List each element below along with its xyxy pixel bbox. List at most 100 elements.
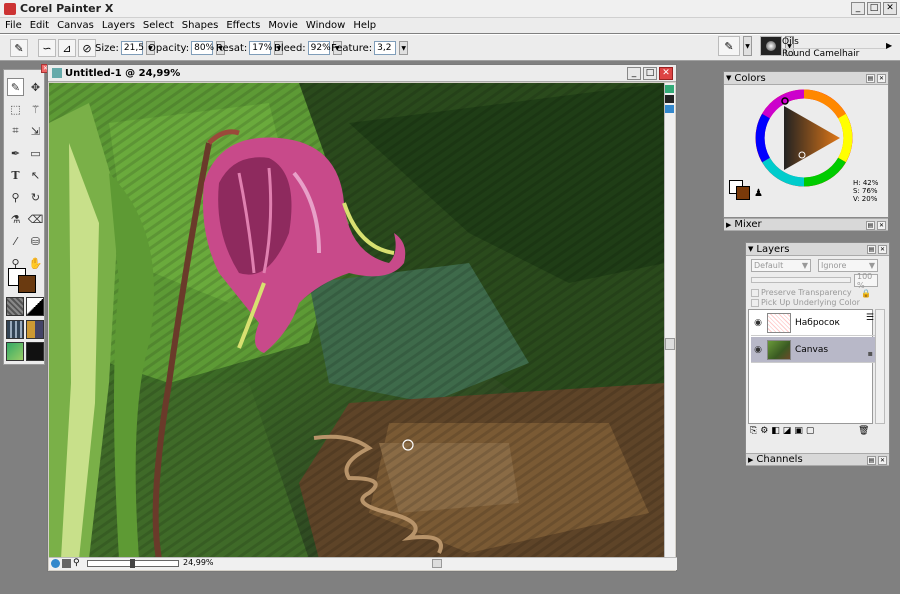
menu-canvas[interactable]: Canvas [53,20,98,31]
layer-row-nabrosok[interactable]: ◉ Набросок ☰ [751,310,876,336]
layer-masks-icon[interactable]: ◧ [771,426,780,436]
main-color-chip[interactable] [736,186,750,200]
vertical-scrollbar[interactable] [664,83,675,559]
horizontal-scroll-thumb[interactable] [432,559,442,568]
drawing-mode-icon[interactable] [665,95,674,103]
size-input[interactable]: 21,5 [120,41,144,55]
weaving-selector-icon[interactable] [26,319,44,339]
layers-panel-menu-icon[interactable]: ▤ [867,245,876,254]
grid-toggle-icon[interactable] [62,559,71,568]
menu-shapes[interactable]: Shapes [178,20,223,31]
layer-row-canvas[interactable]: ◉ Canvas ▪ [751,337,876,363]
document-restore-button[interactable]: □ [643,67,657,80]
rectangular-selection-icon[interactable]: ⬚ [7,100,24,118]
menu-layers[interactable]: Layers [98,20,139,31]
preserve-transparency-checkbox[interactable]: Preserve Transparency [751,288,852,297]
look-selector-icon[interactable] [26,342,44,362]
zoom-slider[interactable] [87,559,179,568]
visibility-eye-icon[interactable]: ◉ [751,318,765,328]
brush-category-name[interactable]: Oils [782,37,887,49]
create-layer-mask-icon[interactable]: ◪ [783,426,792,436]
zoom-icon[interactable]: ⚲ [73,558,80,568]
feature-input[interactable]: 3,2 [374,41,397,55]
colors-panel-header[interactable]: ▼ Colors ▤ ✕ [724,72,888,85]
document-minimize-button[interactable]: _ [627,67,641,80]
delete-layer-icon[interactable]: 🗑 [858,426,869,436]
close-button[interactable]: ✕ [883,2,897,15]
horizontal-scrollbar[interactable]: ⚲ 24,99% [49,557,677,570]
nozzle-selector-icon[interactable] [6,342,24,362]
dynamic-plugins-icon[interactable]: ⚙ [760,426,768,436]
brush-variant-icon[interactable] [760,36,782,56]
new-layer-icon[interactable]: ▣ [794,426,803,436]
menu-edit[interactable]: Edit [26,20,53,31]
navigator-icon[interactable] [665,105,674,113]
brush-selector-expand-icon[interactable]: ▶ [886,41,892,50]
color-wheel[interactable] [754,88,854,188]
gradient-selector-icon[interactable] [26,297,44,316]
document-title-bar[interactable]: Untitled-1 @ 24,99% _ □ ✕ [48,65,676,82]
brush-variant-name[interactable]: Round Camelhair [782,49,887,60]
eyedropper-icon[interactable]: ⁄ [7,232,24,250]
visibility-eye-icon[interactable]: ◉ [751,345,765,355]
main-color-swatch[interactable] [18,275,36,293]
stroke-type-straight-icon[interactable]: ⊿ [58,39,76,57]
rubber-stamp-icon[interactable]: ↻ [27,188,44,206]
navigator-button-icon[interactable] [51,559,60,568]
minimize-button[interactable]: _ [851,2,865,15]
mixer-panel-header[interactable]: ▶ Mixer ▤ ✕ [724,218,888,231]
paper-selector-icon[interactable] [6,297,24,316]
painting-canvas[interactable] [49,83,665,559]
magic-wand-icon[interactable]: ⚚ [27,100,44,118]
pick-up-underlying-checkbox[interactable]: Pick Up Underlying Color [751,298,860,307]
zoom-slider-thumb[interactable] [130,559,135,568]
layer-opacity-input[interactable]: 100 % [854,272,878,290]
mixer-panel-close-icon[interactable]: ✕ [877,221,886,230]
expand-triangle-icon[interactable]: ▶ [726,221,731,229]
colors-panel-menu-icon[interactable]: ▤ [866,74,875,83]
collapse-triangle-icon[interactable]: ▼ [726,74,731,82]
brush-tool-indicator[interactable]: ✎ [10,39,28,57]
menu-movie[interactable]: Movie [264,20,302,31]
feature-dropdown-arrow[interactable]: ▼ [399,41,409,55]
layer-adjuster-tool-icon[interactable]: ✥ [27,78,44,96]
layer-list-scrollbar[interactable] [875,309,885,424]
layers-panel-close-icon[interactable]: ✕ [878,245,887,254]
shape-selection-icon[interactable]: ↖ [27,166,44,184]
bleed-input[interactable]: 92% [307,41,331,55]
layers-panel-header[interactable]: ▼ Layers ▤ ✕ [746,243,889,256]
canvas-view-icon[interactable] [665,85,674,93]
document-close-button[interactable]: ✕ [659,67,673,80]
dropper-icon[interactable]: ⚗ [7,210,24,228]
expand-triangle-icon[interactable]: ▶ [748,456,753,464]
color-swatches[interactable] [8,268,42,294]
channels-panel-close-icon[interactable]: ✕ [878,456,887,465]
restore-button[interactable]: □ [867,2,881,15]
opacity-input[interactable]: 80% [191,41,214,55]
composite-depth-select[interactable]: Ignore ▼ [818,259,878,272]
menu-effects[interactable]: Effects [222,20,264,31]
channels-panel-header[interactable]: ▶ Channels ▤ ✕ [746,453,889,466]
crop-tool-icon[interactable]: ⌗ [7,122,24,140]
lock-layer-icon[interactable]: 🔒 [861,289,871,298]
pattern-selector-icon[interactable] [6,319,24,339]
brush-category-icon[interactable]: ✎ [718,36,740,56]
magnifier-cloner-icon[interactable]: ⚲ [7,188,24,206]
channels-panel-menu-icon[interactable]: ▤ [867,456,876,465]
mixer-panel-menu-icon[interactable]: ▤ [866,221,875,230]
collapse-triangle-icon[interactable]: ▼ [748,245,753,253]
composite-method-select[interactable]: Default ▼ [751,259,811,272]
clone-color-icon[interactable]: ♟ [754,188,763,199]
resat-input[interactable]: 17% [249,41,272,55]
menu-help[interactable]: Help [349,20,380,31]
pen-tool-icon[interactable]: ✒ [7,144,24,162]
reset-tool-icon[interactable]: ⊘ [78,39,96,57]
colors-panel-close-icon[interactable]: ✕ [877,74,886,83]
menu-window[interactable]: Window [302,20,349,31]
brush-category-dropdown[interactable]: ▼ [743,36,752,56]
text-tool-icon[interactable]: T [7,166,24,184]
rectangle-shape-icon[interactable]: ▭ [27,144,44,162]
new-watercolor-layer-icon[interactable]: ▢ [806,426,815,436]
paint-bucket-icon[interactable]: ⛁ [27,232,44,250]
menu-select[interactable]: Select [139,20,178,31]
